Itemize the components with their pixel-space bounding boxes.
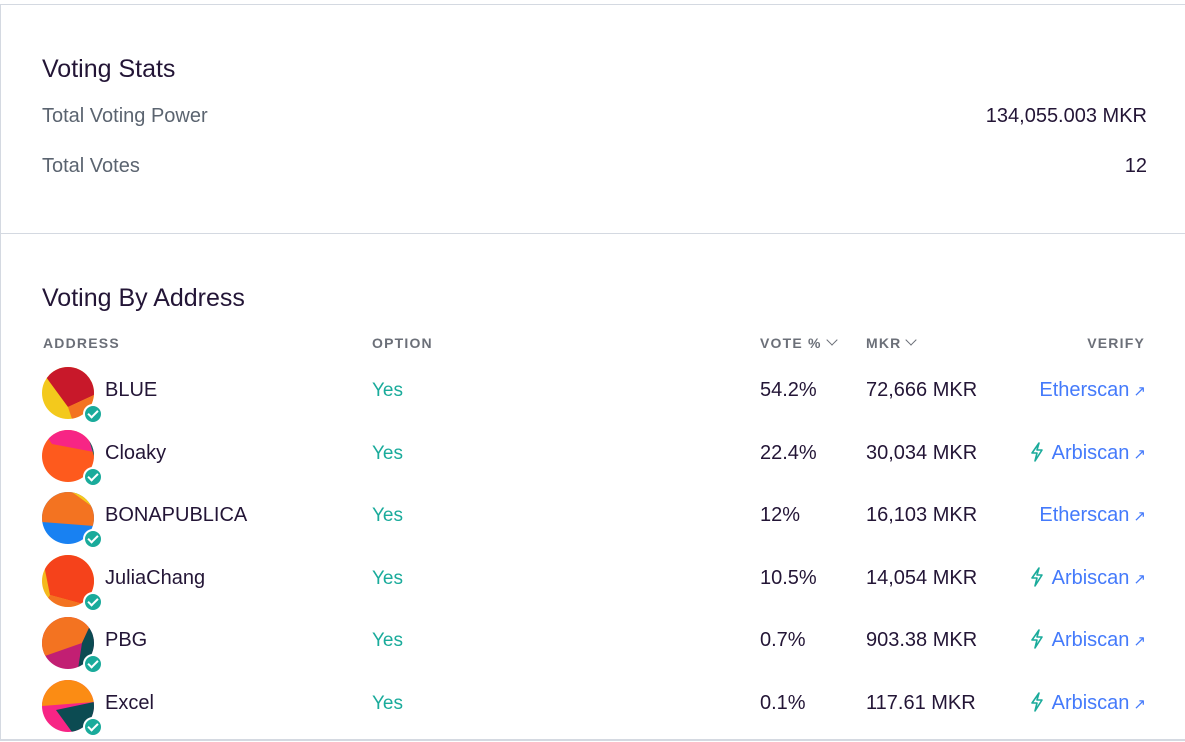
voting-by-address-title: Voting By Address: [42, 284, 245, 312]
mkr-header-label: MKR: [866, 335, 902, 351]
lightning-bolt-icon: [1030, 692, 1043, 712]
total-votes-row: Total Votes 12: [42, 155, 1147, 185]
verify-link-label: Etherscan: [1039, 504, 1130, 527]
mkr-amount: 14,054 MKR: [866, 566, 978, 589]
verify-link-label: Etherscan: [1039, 379, 1130, 401]
verify-link-label: Arbiscan: [1051, 629, 1130, 652]
total-voting-power-label: Total Voting Power: [42, 105, 208, 127]
delegate-name-link[interactable]: Cloaky: [105, 442, 166, 465]
vote-option: Yes: [372, 630, 403, 652]
voting-stats-card: Voting Stats Total Voting Power 134,055.…: [0, 4, 1185, 234]
verify-link-label: Arbiscan: [1051, 692, 1130, 714]
vote-percentage: 12%: [760, 504, 801, 527]
delegate-name-link[interactable]: PBG: [105, 629, 147, 652]
table-row: BONAPUBLICA Yes 12% 16,103 MKR Etherscan…: [1, 492, 1185, 554]
table-row: BLUE Yes 54.2% 72,666 MKR Etherscan ↗: [1, 367, 1185, 429]
lightning-bolt-icon: [1030, 629, 1043, 650]
vote-option: Yes: [372, 442, 403, 464]
total-voting-power-row: Total Voting Power 134,055.003 MKR: [42, 105, 1147, 135]
vote-percentage: 0.1%: [760, 692, 806, 714]
address-column-header: ADDRESS: [43, 335, 120, 351]
vote-option: Yes: [372, 693, 403, 714]
vote-percentage: 22.4%: [760, 441, 817, 464]
verified-check-icon: [83, 654, 103, 675]
external-link-icon: ↗: [1133, 570, 1146, 588]
voting-stats-title: Voting Stats: [42, 55, 176, 83]
verified-check-icon: [83, 466, 103, 487]
verify-link[interactable]: Arbiscan ↗: [1030, 442, 1146, 465]
chevron-down-icon: [905, 334, 918, 346]
mkr-amount: 30,034 MKR: [866, 441, 978, 464]
verified-check-icon: [83, 591, 103, 612]
table-row: JuliaChang Yes 10.5% 14,054 MKR Arbiscan…: [1, 554, 1185, 617]
table-row: Cloaky Yes 22.4% 30,034 MKR Arbiscan ↗: [1, 429, 1185, 492]
delegate-name-link[interactable]: BONAPUBLICA: [105, 504, 247, 527]
delegate-name-link[interactable]: Excel: [105, 692, 154, 715]
table-row: PBG Yes 0.7% 903.38 MKR Arbiscan ↗: [1, 617, 1185, 679]
option-column-header: OPTION: [372, 335, 433, 351]
verify-link-label: Arbiscan: [1051, 441, 1130, 464]
mkr-amount: 117.61 MKR: [866, 692, 976, 714]
vote-pct-sort-header[interactable]: VOTE %: [760, 334, 838, 351]
vote-option: Yes: [372, 567, 403, 589]
verify-link[interactable]: Etherscan ↗: [1039, 379, 1146, 402]
lightning-bolt-icon: [1030, 566, 1043, 587]
total-votes-label: Total Votes: [42, 155, 140, 177]
mkr-amount: 16,103 MKR: [866, 504, 978, 527]
verified-check-icon: [83, 404, 103, 424]
vote-option: Yes: [372, 380, 403, 401]
mkr-amount: 903.38 MKR: [866, 629, 978, 652]
external-link-icon: ↗: [1133, 445, 1146, 463]
lightning-bolt-icon: [1030, 441, 1043, 462]
vote-pct-header-label: VOTE %: [760, 335, 822, 351]
verified-check-icon: [83, 717, 103, 737]
external-link-icon: ↗: [1133, 633, 1146, 651]
external-link-icon: ↗: [1133, 696, 1146, 713]
verify-link[interactable]: Arbiscan ↗: [1030, 692, 1146, 715]
total-votes-value: 12: [1124, 155, 1147, 177]
vote-percentage: 54.2%: [760, 379, 817, 401]
verify-link[interactable]: Etherscan ↗: [1039, 504, 1146, 527]
verify-link[interactable]: Arbiscan ↗: [1030, 629, 1146, 652]
delegate-name-link[interactable]: JuliaChang: [105, 567, 205, 590]
vote-percentage: 10.5%: [760, 566, 817, 589]
total-voting-power-value: 134,055.003 MKR: [985, 105, 1147, 127]
vote-percentage: 0.7%: [760, 629, 806, 652]
mkr-sort-header[interactable]: MKR: [866, 334, 918, 351]
verify-link-label: Arbiscan: [1051, 566, 1130, 589]
verify-link[interactable]: Arbiscan ↗: [1030, 567, 1146, 590]
voting-by-address-card: Voting By Address ADDRESS OPTION VOTE % …: [0, 233, 1185, 741]
mkr-amount: 72,666 MKR: [866, 379, 978, 401]
delegate-name-link[interactable]: BLUE: [105, 379, 157, 402]
external-link-icon: ↗: [1133, 383, 1146, 400]
table-row: Excel Yes 0.1% 117.61 MKR Arbiscan ↗: [1, 680, 1185, 742]
vote-option: Yes: [372, 505, 403, 527]
external-link-icon: ↗: [1133, 508, 1146, 526]
verified-check-icon: [83, 529, 103, 550]
chevron-down-icon: [825, 334, 838, 346]
verify-column-header: VERIFY: [1087, 335, 1145, 351]
